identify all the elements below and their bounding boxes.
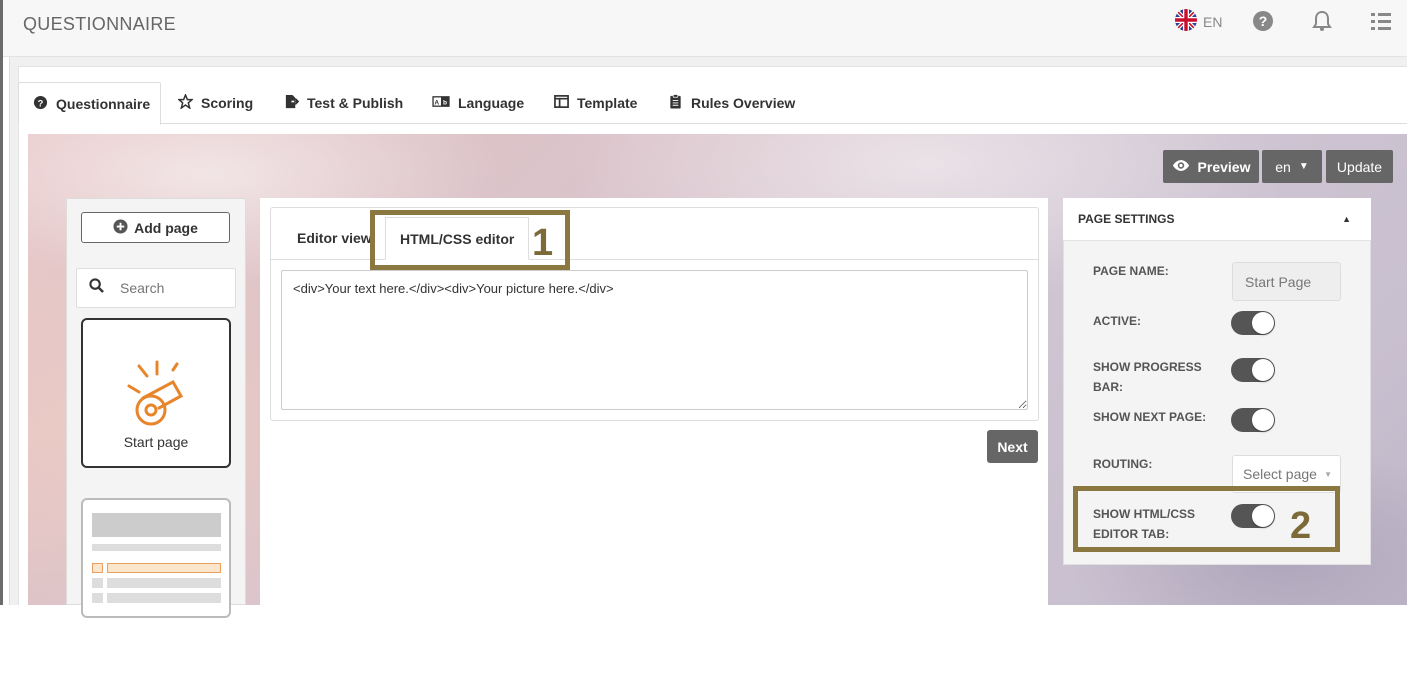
publish-icon <box>284 94 300 112</box>
tab-template[interactable]: Template <box>540 82 651 124</box>
routing-select-value: Select page <box>1243 466 1317 482</box>
tab-label: Rules Overview <box>691 95 796 111</box>
uk-flag-icon[interactable] <box>1175 9 1197 31</box>
tab-scoring[interactable]: Scoring <box>164 82 267 124</box>
star-icon <box>176 92 195 112</box>
page-card-label: Start page <box>123 434 189 450</box>
app-title: QUESTIONNAIRE <box>23 14 176 34</box>
caret-down-icon: ▼ <box>1298 161 1309 172</box>
plus-circle-icon <box>113 218 128 237</box>
show-next-page-label: SHOW NEXT PAGE: <box>1093 410 1207 424</box>
list-menu-icon[interactable] <box>1370 10 1392 32</box>
next-label: Next <box>997 438 1028 455</box>
svg-text:?: ? <box>1259 13 1268 29</box>
whistle-icon <box>121 354 195 433</box>
preview-button[interactable]: Preview <box>1163 150 1259 183</box>
page-name-input[interactable] <box>1232 262 1341 301</box>
page-search <box>76 268 236 308</box>
tab-label: Language <box>458 95 525 111</box>
window-edge <box>0 0 3 605</box>
tab-questionnaire[interactable]: ? Questionnaire <box>18 82 161 125</box>
page-settings-header[interactable]: PAGE SETTINGS ▲ <box>1063 198 1371 241</box>
show-progress-label-line1: SHOW PROGRESS <box>1093 360 1202 374</box>
page-settings-title: PAGE SETTINGS <box>1078 212 1175 226</box>
tab-label: Test & Publish <box>307 95 404 111</box>
tab-rules-overview[interactable]: Rules Overview <box>654 82 809 124</box>
update-label: Update <box>1336 158 1383 175</box>
tab-label: Questionnaire <box>56 95 151 112</box>
preview-label: Preview <box>1197 158 1251 175</box>
language-select[interactable]: en ▼ <box>1262 150 1322 183</box>
caret-up-icon: ▲ <box>1342 214 1351 224</box>
show-progress-label-line2: BAR: <box>1093 380 1123 394</box>
active-toggle[interactable] <box>1231 311 1275 335</box>
page-card-template[interactable] <box>81 498 231 618</box>
html-code-textarea[interactable]: <div>Your text here.</div><div>Your pict… <box>281 270 1028 410</box>
svg-text:A: A <box>434 99 439 106</box>
language-icon: Ab <box>432 94 450 112</box>
editor-tab-label: Editor view <box>297 230 372 246</box>
tab-label: Template <box>577 95 638 111</box>
add-page-button[interactable]: Add page <box>81 212 230 243</box>
tab-test-publish[interactable]: Test & Publish <box>270 82 417 124</box>
routing-label: ROUTING: <box>1093 457 1153 471</box>
caret-down-icon: ▼ <box>1324 469 1332 479</box>
bell-icon[interactable] <box>1311 10 1333 32</box>
top-bar: QUESTIONNAIRE <box>3 0 1407 57</box>
language-code[interactable]: EN <box>1203 14 1222 30</box>
search-input[interactable] <box>120 280 220 296</box>
page-name-label: PAGE NAME: <box>1093 264 1169 278</box>
update-button[interactable]: Update <box>1326 150 1393 183</box>
show-next-page-toggle[interactable] <box>1231 408 1275 432</box>
add-page-label: Add page <box>134 219 198 236</box>
language-select-value: en <box>1275 158 1291 175</box>
next-button[interactable]: Next <box>987 430 1038 463</box>
search-icon <box>89 278 104 298</box>
eye-icon <box>1172 159 1190 175</box>
template-icon <box>554 94 569 112</box>
show-progress-toggle[interactable] <box>1231 358 1275 382</box>
annotation-number-1: 1 <box>532 222 554 264</box>
active-label: ACTIVE: <box>1093 314 1141 328</box>
svg-text:?: ? <box>38 98 44 108</box>
annotation-number-2: 2 <box>1290 505 1312 547</box>
main-tabs: ? Questionnaire Scoring Test & Publish A… <box>18 82 1407 125</box>
help-icon[interactable]: ? <box>1252 10 1274 32</box>
clipboard-icon <box>668 94 683 112</box>
svg-text:b: b <box>443 99 447 106</box>
tab-label: Scoring <box>201 95 254 111</box>
question-circle-icon: ? <box>33 95 48 113</box>
page-card-start[interactable]: Start page <box>81 318 231 468</box>
tab-language[interactable]: Ab Language <box>418 82 538 124</box>
